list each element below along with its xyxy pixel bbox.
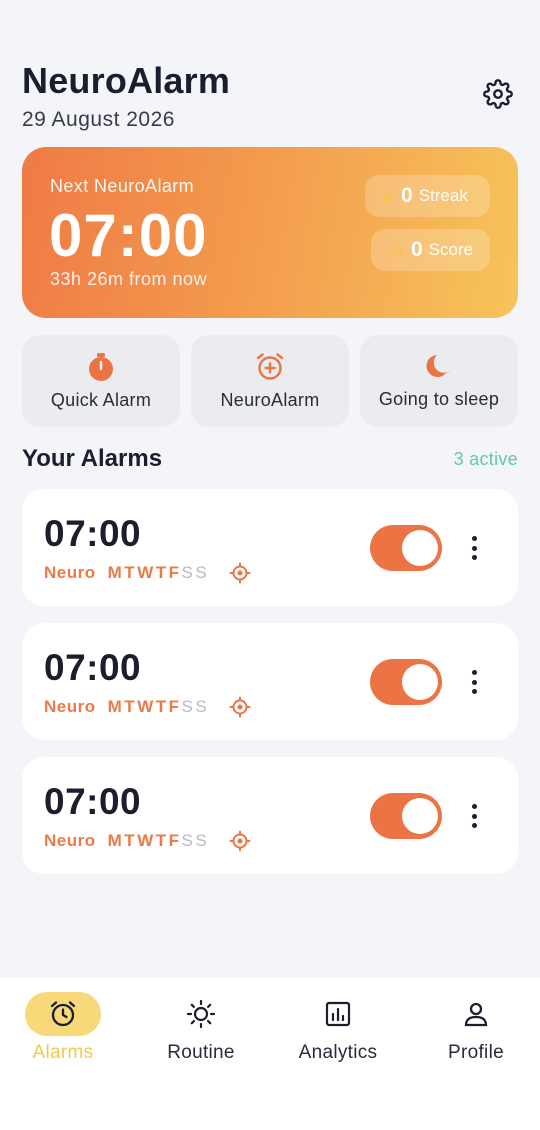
bottom-nav: Alarms Routine Analytics Profile <box>0 978 540 1130</box>
quick-alarm-label: Quick Alarm <box>50 389 152 410</box>
alarms-section-header: Your Alarms 3 active <box>22 443 518 475</box>
going-to-sleep-label: Going to sleep <box>378 388 500 409</box>
target-icon <box>229 562 251 584</box>
day-sun: S <box>195 563 208 582</box>
day-fri: F <box>168 563 180 582</box>
header: NeuroAlarm 29 August 2026 <box>22 60 518 140</box>
alarm-card[interactable]: 07:00 Neuro M T W T F S S <box>22 623 518 740</box>
day-mon: M <box>107 697 123 716</box>
alarm-time: 07:00 <box>44 781 142 822</box>
alarm-toggle[interactable] <box>370 659 442 705</box>
next-alarm-time: 07:00 <box>49 202 208 269</box>
next-alarm-label: Next NeuroAlarm <box>50 176 195 196</box>
chart-icon <box>300 992 376 1036</box>
settings-button[interactable] <box>480 76 516 112</box>
alarm-card[interactable]: 07:00 Neuro M T W T F S S <box>22 757 518 874</box>
score-label: Score <box>428 240 474 259</box>
alarm-toggle[interactable] <box>370 793 442 839</box>
alarm-meta: Neuro M T W T F S S <box>44 562 251 584</box>
day-thu: T <box>155 831 167 850</box>
alarm-type: Neuro <box>44 563 96 582</box>
day-thu: T <box>155 563 167 582</box>
alarm-plus-icon <box>256 352 284 380</box>
nav-profile[interactable]: Profile <box>416 992 536 1064</box>
day-tue: T <box>124 831 136 850</box>
alarm-meta: Neuro M T W T F S S <box>44 696 251 718</box>
nav-label: Analytics <box>298 1042 378 1063</box>
day-mon: M <box>107 563 123 582</box>
alarm-card[interactable]: 07:00 Neuro M T W T F S S <box>22 489 518 606</box>
streak-badge: 0 Streak <box>365 175 490 217</box>
going-to-sleep-button[interactable]: Going to sleep <box>360 335 518 427</box>
next-alarm-countdown: 33h 26m from now <box>50 269 208 289</box>
nav-label: Routine <box>167 1042 235 1063</box>
gear-icon <box>483 79 513 109</box>
toggle-knob <box>402 798 438 834</box>
nav-routine[interactable]: Routine <box>141 992 261 1064</box>
alarm-time: 07:00 <box>44 513 142 554</box>
day-sat: S <box>181 831 194 850</box>
day-wed: W <box>137 697 154 716</box>
streak-value: 0 <box>401 184 413 207</box>
more-options-button[interactable] <box>460 533 488 563</box>
person-icon <box>438 992 514 1036</box>
score-value: 0 <box>411 238 423 261</box>
alarm-type: Neuro <box>44 831 96 850</box>
alarm-time: 07:00 <box>44 647 142 688</box>
streak-label: Streak <box>418 186 468 205</box>
target-icon <box>229 696 251 718</box>
sun-icon <box>163 992 239 1036</box>
nav-label: Alarms <box>32 1042 94 1063</box>
day-sun: S <box>195 831 208 850</box>
day-fri: F <box>168 831 180 850</box>
neuroalarm-label: NeuroAlarm <box>220 389 320 410</box>
target-icon <box>229 830 251 852</box>
day-sat: S <box>181 563 194 582</box>
day-tue: T <box>124 563 136 582</box>
current-date: 29 August 2026 <box>22 108 175 131</box>
day-mon: M <box>107 831 123 850</box>
toggle-knob <box>402 664 438 700</box>
neuroalarm-button[interactable]: NeuroAlarm <box>191 335 349 427</box>
stopwatch-icon <box>89 352 113 381</box>
quick-alarm-button[interactable]: Quick Alarm <box>22 335 180 427</box>
day-tue: T <box>124 697 136 716</box>
alarm-toggle[interactable] <box>370 525 442 571</box>
section-title: Your Alarms <box>22 445 163 472</box>
alarm-meta: Neuro M T W T F S S <box>44 830 251 852</box>
day-fri: F <box>168 697 180 716</box>
alarm-type: Neuro <box>44 697 96 716</box>
day-wed: W <box>137 563 154 582</box>
toggle-knob <box>402 530 438 566</box>
more-options-button[interactable] <box>460 801 488 831</box>
gauge-icon <box>386 247 404 257</box>
day-thu: T <box>155 697 167 716</box>
nav-alarms[interactable]: Alarms <box>3 992 123 1064</box>
moon-icon <box>426 354 451 377</box>
score-badge: 0 Score <box>371 229 490 271</box>
more-options-button[interactable] <box>460 667 488 697</box>
day-sun: S <box>195 697 208 716</box>
alarm-clock-icon <box>25 992 101 1036</box>
day-sat: S <box>181 697 194 716</box>
nav-analytics[interactable]: Analytics <box>278 992 398 1064</box>
nav-label: Profile <box>448 1042 504 1063</box>
active-count: 3 active <box>453 448 518 469</box>
next-alarm-card[interactable]: Next NeuroAlarm 07:00 33h 26m from now 0… <box>22 147 518 318</box>
day-wed: W <box>137 831 154 850</box>
app-title: NeuroAlarm <box>22 60 231 101</box>
flame-icon <box>382 188 392 204</box>
quick-actions: Quick Alarm NeuroAlarm Going to sleep <box>22 335 518 427</box>
